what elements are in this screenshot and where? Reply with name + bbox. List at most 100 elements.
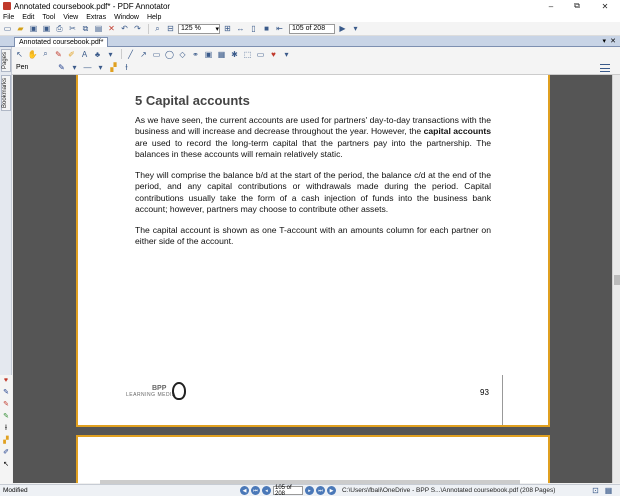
sidebar-tab-bookmarks[interactable]: Bookmarks <box>1 75 11 112</box>
menu-bar: File Edit Tool View Extras Window Help <box>0 12 620 22</box>
link-icon[interactable]: ⚭ <box>190 49 201 60</box>
page-number: 93 <box>480 388 489 397</box>
forward-icon[interactable]: ▶ <box>327 486 336 495</box>
stamp-icon[interactable]: ♣ <box>92 49 103 60</box>
tab-document[interactable]: Annotated coursebook.pdf* <box>14 37 109 47</box>
menu-extras[interactable]: Extras <box>86 14 106 21</box>
table-icon[interactable]: ▦ <box>216 49 227 60</box>
title-bar: Annotated coursebook.pdf* - PDF Annotato… <box>0 0 620 12</box>
tab-close-icon[interactable]: ✕ <box>610 37 616 45</box>
tool-properties-bar: Pen ✎ ▾ — ▾ ▞ Ɨ <box>12 61 620 75</box>
zoom-select[interactable]: 125 % ▾ <box>178 23 220 34</box>
star-icon[interactable]: ✱ <box>229 49 240 60</box>
fit-page-icon[interactable]: ▯ <box>248 23 259 34</box>
select-arrow-icon[interactable]: ↖ <box>14 49 25 60</box>
first-page-icon[interactable]: ⇤ <box>274 23 285 34</box>
previous-page-icon[interactable]: ◂ <box>262 486 271 495</box>
color-menu-icon[interactable]: ▾ <box>69 62 80 73</box>
blue-pen-icon[interactable]: ✎ <box>1 387 11 397</box>
page-navigation: ◀ ⏮ ◂ 105 of 208 ▸ ⏭ ▶ <box>240 485 338 496</box>
next-page-icon[interactable]: ▶ <box>337 23 348 34</box>
pen-tool-icon[interactable]: ✎ <box>53 49 64 60</box>
next-page-icon[interactable]: ▸ <box>305 486 314 495</box>
open-folder-icon[interactable]: ▰ <box>15 23 26 34</box>
menu-tool[interactable]: Tool <box>42 14 55 21</box>
first-page-icon[interactable]: ⏮ <box>251 486 260 495</box>
close-button[interactable]: ✕ <box>590 0 620 12</box>
undo-icon[interactable]: ↶ <box>119 23 130 34</box>
paragraph-1-end: are used to record the long-term capital… <box>135 137 491 160</box>
page-number-input[interactable]: 105 of 208 <box>289 23 335 34</box>
logo-subtext: LEARNING MEDIA <box>126 392 176 398</box>
image-icon[interactable]: ▣ <box>203 49 214 60</box>
fullscreen-icon[interactable]: ■ <box>261 23 272 34</box>
toolbar-separator <box>121 49 122 59</box>
pdf-page: 5 Capital accounts As we have seen, the … <box>76 75 550 427</box>
vertical-scrollbar[interactable] <box>612 75 620 483</box>
document-view[interactable]: 5 Capital accounts As we have seen, the … <box>13 75 612 483</box>
line-width-icon[interactable]: — <box>82 62 93 73</box>
width-menu-icon[interactable]: ▾ <box>95 62 106 73</box>
zoom-out-icon[interactable]: ⊟ <box>165 23 176 34</box>
view-mode-icon[interactable]: ▦ <box>603 485 614 496</box>
page-menu-icon[interactable]: ▾ <box>350 23 361 34</box>
text-box-icon[interactable]: Ɨ <box>1 423 11 433</box>
eraser-icon[interactable]: ◇ <box>177 49 188 60</box>
heart-icon[interactable]: ♥ <box>1 375 11 385</box>
stamp-menu-icon[interactable]: ▾ <box>105 49 116 60</box>
paste-icon[interactable]: ▤ <box>93 23 104 34</box>
hand-icon[interactable]: ✋ <box>27 49 38 60</box>
menu-icon[interactable] <box>600 64 610 72</box>
tab-list-icon[interactable]: ▾ <box>602 37 606 45</box>
text-format-icon[interactable]: Ɨ <box>121 62 132 73</box>
paragraph-1-bold: capital accounts <box>423 126 491 137</box>
delete-icon[interactable]: ✕ <box>106 23 117 34</box>
menu-file[interactable]: File <box>3 14 14 21</box>
zoom-value: 125 % <box>181 25 201 32</box>
favorite-icon[interactable]: ♥ <box>268 49 279 60</box>
zoom-tool-icon[interactable]: ⌕ <box>40 49 51 60</box>
last-page-icon[interactable]: ⏭ <box>316 486 325 495</box>
highlighter-icon[interactable]: ✐ <box>66 49 77 60</box>
maximize-button[interactable]: ⧉ <box>564 0 590 12</box>
highlight-style-icon[interactable]: ▞ <box>108 62 119 73</box>
lock-icon[interactable]: ⊡ <box>590 485 601 496</box>
highlighter-icon[interactable]: ▞ <box>1 435 11 445</box>
save-all-icon[interactable]: ▣ <box>41 23 52 34</box>
rectangle-icon[interactable]: ▭ <box>151 49 162 60</box>
save-icon[interactable]: ▣ <box>28 23 39 34</box>
menu-view[interactable]: View <box>63 14 78 21</box>
cut-icon[interactable]: ✂ <box>67 23 78 34</box>
copy-icon[interactable]: ⧉ <box>80 23 91 34</box>
favorite-menu-icon[interactable]: ▾ <box>281 49 292 60</box>
print-icon[interactable]: ⎙ <box>54 23 65 34</box>
fit-width-icon[interactable]: ↔ <box>235 23 246 34</box>
back-icon[interactable]: ◀ <box>240 486 249 495</box>
menu-help[interactable]: Help <box>147 14 161 21</box>
ellipse-icon[interactable]: ◯ <box>164 49 175 60</box>
publisher-logo: BPP LEARNING MEDIA <box>126 385 176 398</box>
arrow-icon[interactable]: ↗ <box>138 49 149 60</box>
find-icon[interactable]: ⌕ <box>152 23 163 34</box>
favorites-strip: ♥ ✎ ✎ ✎ Ɨ ▞ ✐ ↖ <box>0 375 12 485</box>
zoom-in-icon[interactable]: ⊞ <box>222 23 233 34</box>
text-tool-icon[interactable]: A <box>79 49 90 60</box>
menu-edit[interactable]: Edit <box>22 14 34 21</box>
redo-icon[interactable]: ↷ <box>132 23 143 34</box>
annotation-toolbar: ↖ ✋ ⌕ ✎ ✐ A ♣ ▾ ╱ ↗ ▭ ◯ ◇ ⚭ ▣ ▦ ✱ ⬚ ▭ ♥ … <box>12 47 620 61</box>
pen-color-icon[interactable]: ✎ <box>56 62 67 73</box>
green-pen-icon[interactable]: ✎ <box>1 411 11 421</box>
red-pen-icon[interactable]: ✎ <box>1 399 11 409</box>
new-document-icon[interactable]: ▭ <box>2 23 13 34</box>
line-icon[interactable]: ╱ <box>125 49 136 60</box>
pointer-icon[interactable]: ↖ <box>1 459 11 469</box>
window-title: Annotated coursebook.pdf* - PDF Annotato… <box>14 1 171 11</box>
menu-window[interactable]: Window <box>114 14 139 21</box>
sidebar-tab-pages[interactable]: Pages <box>1 49 11 73</box>
minimize-button[interactable]: – <box>538 0 564 12</box>
screen-icon[interactable]: ▭ <box>255 49 266 60</box>
status-page-input[interactable]: 105 of 208 <box>273 485 303 496</box>
marker-icon[interactable]: ✐ <box>1 447 11 457</box>
select-region-icon[interactable]: ⬚ <box>242 49 253 60</box>
scrollbar-thumb[interactable] <box>614 275 620 285</box>
